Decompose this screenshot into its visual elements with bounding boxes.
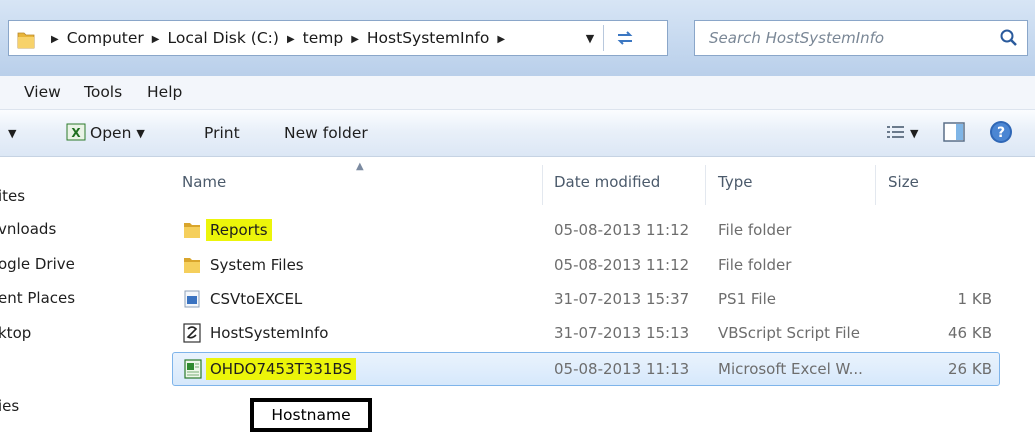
- vbscript-file-icon: [183, 323, 201, 343]
- file-type: PS1 File: [718, 290, 776, 308]
- breadcrumb-local-disk[interactable]: Local Disk (C:): [167, 21, 278, 55]
- column-name[interactable]: Name: [182, 173, 226, 191]
- file-row-reports[interactable]: Reports 05-08-2013 11:12 File folder: [172, 213, 1000, 247]
- nav-item-libraries[interactable]: ies: [0, 397, 19, 415]
- chevron-right-icon[interactable]: ▶: [152, 23, 160, 57]
- file-type: VBScript Script File: [718, 324, 860, 342]
- chevron-right-icon[interactable]: ▶: [497, 23, 505, 57]
- file-name: HostSystemInfo: [210, 324, 329, 342]
- open-label: Open: [90, 124, 132, 142]
- nav-item-recent-places[interactable]: ent Places: [0, 289, 75, 307]
- history-dropdown-icon[interactable]: ▼: [581, 30, 599, 48]
- preview-pane-icon: [943, 122, 965, 142]
- column-divider[interactable]: [542, 165, 543, 205]
- file-name: OHDO7453T331BS: [206, 358, 356, 380]
- file-name: Reports: [206, 219, 272, 241]
- chevron-down-icon[interactable]: ▼: [910, 127, 918, 140]
- file-row-ohdo7453t331bs[interactable]: OHDO7453T331BS 05-08-2013 11:13 Microsof…: [172, 352, 1000, 386]
- column-size[interactable]: Size: [888, 173, 919, 191]
- file-date: 05-08-2013 11:13: [554, 360, 690, 378]
- view-list-icon: [887, 126, 904, 138]
- excel-file-icon: [184, 359, 202, 379]
- explorer-window: ▶ Computer ▶ Local Disk (C:) ▶ temp ▶ HostSyste…: [0, 0, 1035, 434]
- svg-text:?: ?: [997, 125, 1005, 141]
- new-folder-button[interactable]: New folder: [284, 110, 368, 156]
- folder-icon: [17, 32, 35, 49]
- chevron-down-icon[interactable]: ▼: [136, 127, 144, 140]
- file-row-csvtoexcel[interactable]: CSVtoEXCEL 31-07-2013 15:37 PS1 File 1 K…: [172, 282, 1000, 316]
- address-band: ▶ Computer ▶ Local Disk (C:) ▶ temp ▶ HostSyste…: [0, 0, 1035, 76]
- file-size: 26 KB: [948, 360, 992, 378]
- column-divider[interactable]: [705, 165, 706, 205]
- file-size: 46 KB: [948, 324, 992, 342]
- file-row-hostsysteminfo[interactable]: HostSystemInfo 31-07-2013 15:13 VBScript…: [172, 316, 1000, 350]
- menu-view[interactable]: View: [24, 76, 61, 109]
- sort-ascending-icon: ▲: [356, 161, 364, 172]
- search-icon[interactable]: [999, 28, 1019, 48]
- change-view-button[interactable]: ▼: [887, 110, 918, 156]
- file-date: 31-07-2013 15:37: [554, 290, 690, 308]
- file-type: File folder: [718, 221, 792, 239]
- search-field[interactable]: Search HostSystemInfo: [694, 20, 1028, 56]
- preview-pane-button[interactable]: [943, 110, 965, 156]
- breadcrumb: ▶ Computer ▶ Local Disk (C:) ▶ temp ▶ HostSyste…: [43, 21, 513, 55]
- menu-help[interactable]: Help: [147, 76, 182, 109]
- file-type: Microsoft Excel W...: [718, 360, 863, 378]
- file-type: File folder: [718, 256, 792, 274]
- nav-item-favorites[interactable]: ites: [0, 187, 25, 205]
- file-date: 05-08-2013 11:12: [554, 256, 690, 274]
- nav-item-google-drive[interactable]: ogle Drive: [0, 255, 75, 273]
- excel-icon: X: [66, 123, 86, 141]
- file-date: 31-07-2013 15:13: [554, 324, 690, 342]
- nav-item-desktop[interactable]: ktop: [0, 324, 31, 342]
- help-icon: ?: [990, 121, 1012, 143]
- folder-icon: [184, 258, 200, 273]
- print-button[interactable]: Print: [204, 110, 240, 156]
- refresh-button[interactable]: [603, 25, 664, 51]
- help-button[interactable]: ?: [989, 110, 1013, 156]
- column-date-modified[interactable]: Date modified: [554, 173, 660, 191]
- column-type[interactable]: Type: [718, 173, 752, 191]
- file-size: [888, 248, 992, 282]
- breadcrumb-hostsysteminfo[interactable]: HostSystemInfo: [367, 21, 489, 55]
- refresh-icon: [617, 31, 633, 45]
- chevron-right-icon[interactable]: ▶: [351, 23, 359, 57]
- file-date: 05-08-2013 11:12: [554, 221, 690, 239]
- command-bar: ▼ X Open ▼ Print New folder ▼ ?: [0, 110, 1035, 157]
- hostname-annotation: Hostname: [250, 398, 372, 432]
- organize-dropdown-icon[interactable]: ▼: [8, 110, 16, 156]
- search-input[interactable]: Search HostSystemInfo: [709, 21, 884, 55]
- chevron-right-icon[interactable]: ▶: [287, 23, 295, 57]
- folder-icon: [184, 223, 200, 238]
- menu-bar: View Tools Help: [0, 76, 1035, 110]
- file-name: System Files: [210, 256, 304, 274]
- chevron-right-icon[interactable]: ▶: [51, 23, 59, 57]
- navigation-pane: ites vnloads ogle Drive ent Places ktop …: [0, 157, 155, 434]
- breadcrumb-computer[interactable]: Computer: [67, 21, 144, 55]
- svg-text:X: X: [71, 126, 81, 140]
- menu-tools[interactable]: Tools: [84, 76, 122, 109]
- nav-item-downloads[interactable]: vnloads: [0, 220, 56, 238]
- breadcrumb-temp[interactable]: temp: [303, 21, 344, 55]
- file-name: CSVtoEXCEL: [210, 290, 303, 308]
- ps1-file-icon: [184, 290, 200, 308]
- column-divider[interactable]: [875, 165, 876, 205]
- open-button[interactable]: X Open ▼: [66, 110, 145, 156]
- file-size: [888, 213, 992, 247]
- column-headers: ▲ Name Date modified Type Size: [160, 157, 1035, 209]
- file-size: 1 KB: [957, 290, 992, 308]
- address-bar[interactable]: ▶ Computer ▶ Local Disk (C:) ▶ temp ▶ HostSyste…: [8, 20, 668, 56]
- file-row-system-files[interactable]: System Files 05-08-2013 11:12 File folde…: [172, 248, 1000, 282]
